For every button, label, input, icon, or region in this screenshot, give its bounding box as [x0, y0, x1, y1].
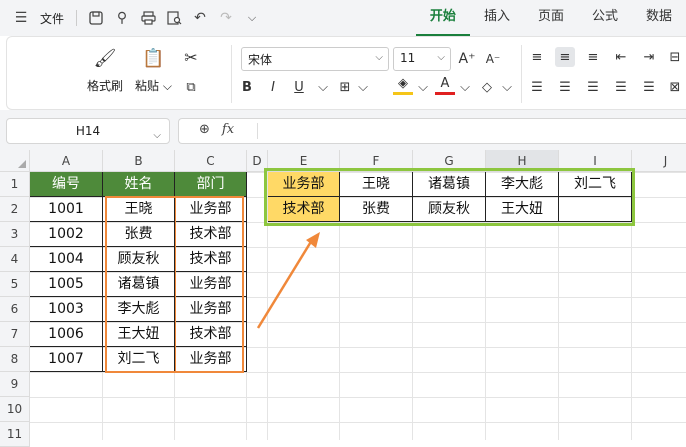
arrow-annotation: [256, 232, 320, 329]
